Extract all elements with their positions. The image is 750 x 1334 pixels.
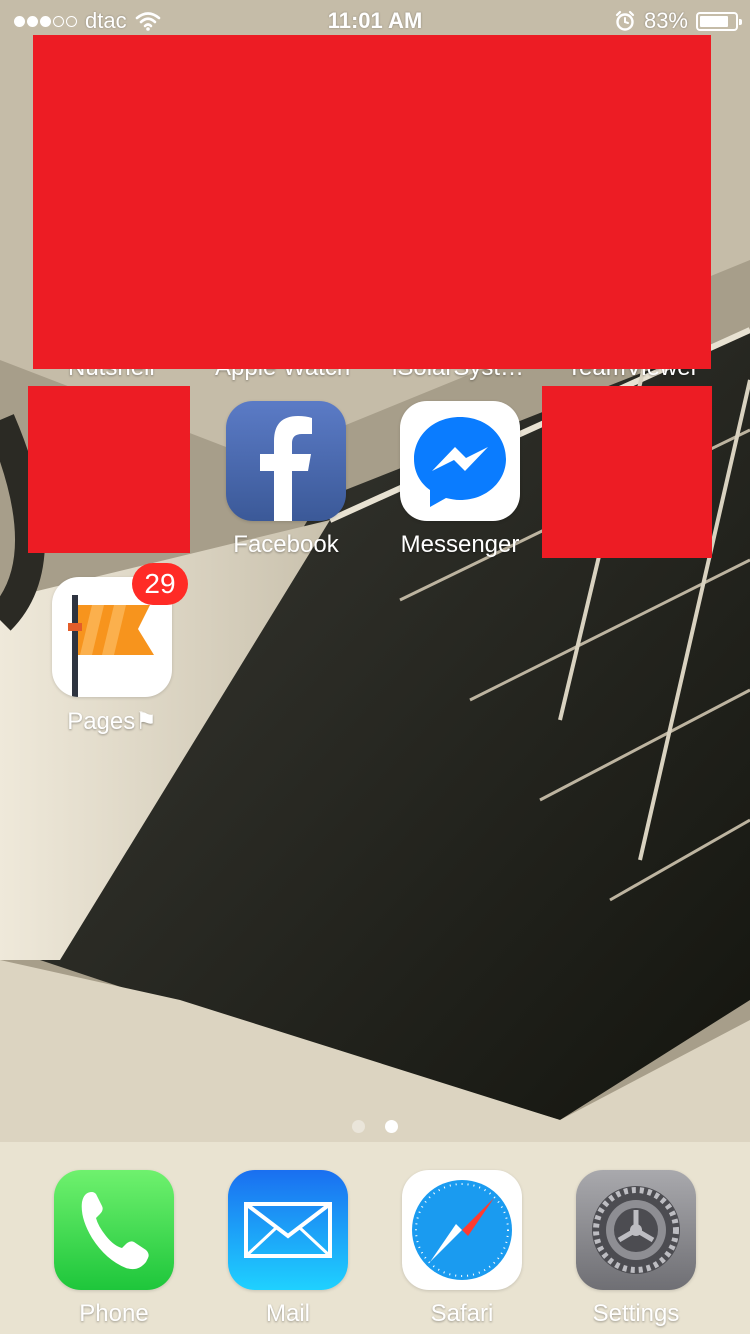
messenger-icon[interactable] (400, 401, 520, 521)
notification-badge: 29 (132, 563, 188, 605)
alarm-clock-icon (615, 10, 635, 31)
page-indicator[interactable] (0, 1120, 750, 1133)
redaction-block-right (542, 386, 712, 558)
dock-app-settings[interactable]: Settings (551, 1170, 721, 1328)
app-label-facebook: Facebook (233, 531, 339, 558)
app-label-messenger: Messenger (400, 531, 520, 558)
status-bar-right: 83% (614, 8, 742, 34)
pages-icon-wrap: 29 (52, 563, 188, 697)
dock: Phone Mail Safari Settings (0, 1142, 750, 1334)
redaction-block-left (28, 386, 190, 553)
facebook-icon[interactable] (226, 401, 346, 521)
dock-label-safari: Safari (430, 1300, 494, 1327)
status-bar: dtac 11:01 AM 83% (0, 0, 750, 40)
redaction-block-top (33, 35, 711, 369)
dock-label-phone: Phone (79, 1300, 149, 1327)
app-facebook[interactable]: Facebook (201, 401, 371, 559)
dock-app-phone[interactable]: Phone (29, 1170, 199, 1328)
settings-gear-icon[interactable] (576, 1170, 696, 1290)
page-dot[interactable] (352, 1120, 365, 1133)
dock-app-mail[interactable]: Mail (203, 1170, 373, 1328)
app-messenger[interactable]: Messenger (375, 401, 545, 559)
phone-icon[interactable] (54, 1170, 174, 1290)
app-label-pages: Pages⚑ (67, 708, 157, 735)
dock-label-mail: Mail (265, 1300, 310, 1327)
battery-percent: 83% (643, 8, 688, 33)
app-pages[interactable]: 29 Pages⚑ (27, 563, 197, 736)
battery-level-fill (700, 15, 728, 27)
dock-app-safari[interactable]: Safari (377, 1170, 547, 1328)
page-dot-current[interactable] (385, 1120, 398, 1133)
mail-icon[interactable] (228, 1170, 348, 1290)
safari-compass-icon[interactable] (402, 1170, 522, 1290)
battery-icon (696, 11, 742, 31)
dock-label-settings: Settings (592, 1300, 680, 1327)
